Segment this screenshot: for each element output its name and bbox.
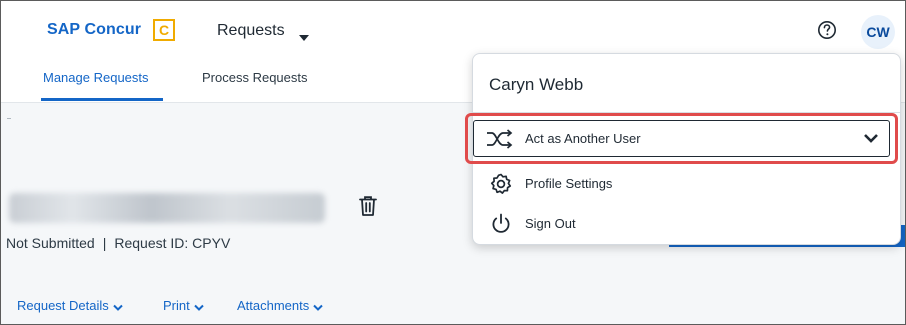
user-avatar[interactable]: CW [861,15,895,49]
concur-logo-mark: C [153,19,175,41]
trash-icon[interactable] [358,195,378,222]
help-icon[interactable] [817,20,837,45]
user-profile-menu: Caryn Webb Act as Another User Profile S… [465,53,901,245]
top-header: SAP Concur C Requests CW [1,1,905,59]
power-icon [489,212,513,241]
gear-icon [489,172,513,201]
act-as-another-user-label: Act as Another User [525,131,641,146]
status-separator: | [102,235,107,251]
active-tab-indicator [41,98,163,101]
request-details-menu[interactable]: Request Details [17,298,123,314]
profile-settings-label: Profile Settings [525,176,613,191]
sign-out-item[interactable]: Sign Out [473,206,900,242]
profile-settings-item[interactable]: Profile Settings [473,166,900,202]
highlight-box: Act as Another User [465,113,898,164]
chevron-down-icon [194,299,204,314]
attachments-label: Attachments [237,298,310,313]
chevron-down-icon [313,299,323,314]
sap-concur-logo[interactable]: SAP Concur [47,21,141,39]
menu-user-name: Caryn Webb [489,75,584,94]
print-label: Print [163,298,190,313]
divider-tick [7,118,11,119]
request-status: Not Submitted [6,235,95,251]
requests-menu[interactable]: Requests [217,22,285,40]
chevron-down-icon[interactable] [863,131,879,150]
tab-process-requests[interactable]: Process Requests [202,70,308,85]
attachments-menu[interactable]: Attachments [237,298,323,314]
tab-manage-requests[interactable]: Manage Requests [43,70,149,85]
act-as-another-user-select[interactable]: Act as Another User [473,120,890,157]
app-window: SAP Concur C Requests CW Manage Requests… [0,0,906,325]
request-status-line: Not Submitted | Request ID: CPYV [6,235,230,251]
caret-down-icon[interactable] [299,28,309,46]
shuffle-icon [486,129,514,154]
sign-out-label: Sign Out [525,216,576,231]
request-id: Request ID: CPYV [114,235,231,251]
request-name-redacted [9,193,325,223]
request-details-label: Request Details [17,298,109,313]
chevron-down-icon [113,299,123,314]
print-menu[interactable]: Print [163,298,204,314]
